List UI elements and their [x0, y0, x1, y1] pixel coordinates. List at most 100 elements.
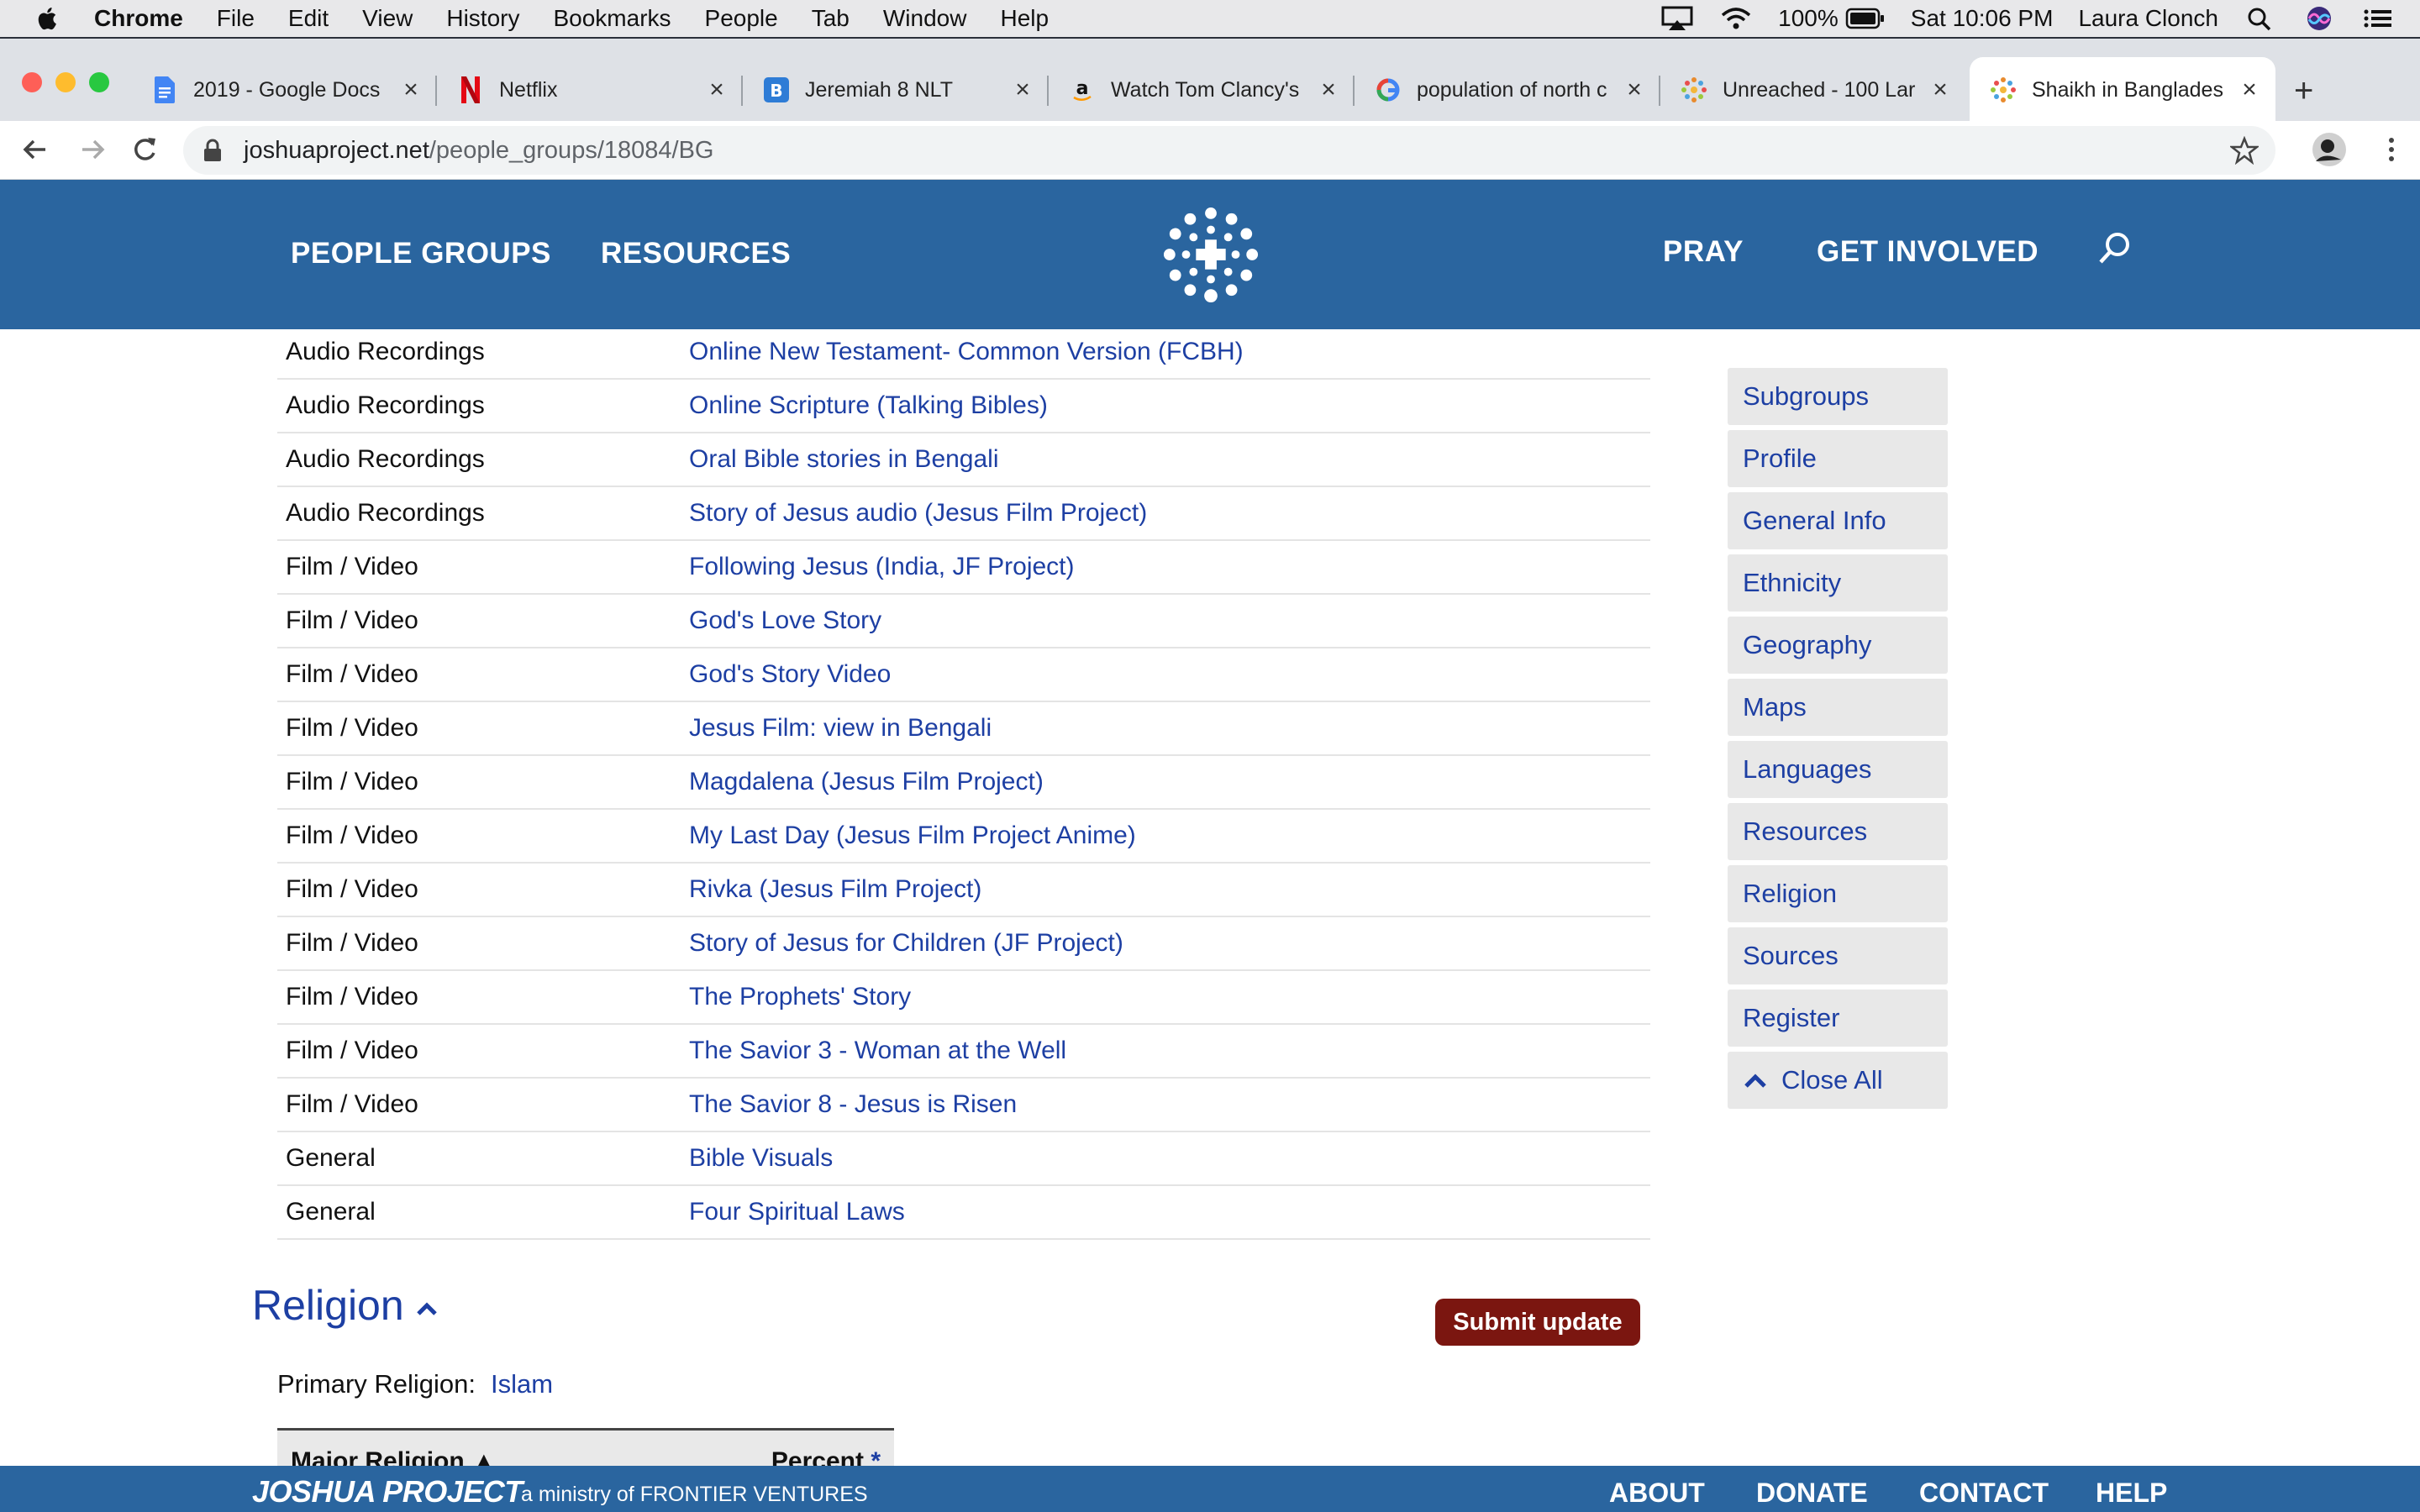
side-nav-geography[interactable]: Geography	[1728, 617, 1948, 674]
battery-icon[interactable]	[1845, 5, 1886, 32]
tab-close-icon[interactable]: ×	[1314, 76, 1343, 104]
siri-icon[interactable]	[2302, 5, 2336, 32]
nav-people-groups[interactable]: PEOPLE GROUPS	[291, 237, 551, 270]
menu-tab[interactable]: Tab	[812, 5, 850, 32]
resource-link[interactable]: The Savior 8 - Jesus is Risen	[689, 1090, 1017, 1119]
table-row: Film / Video The Savior 8 - Jesus is Rise…	[277, 1079, 1650, 1132]
address-bar[interactable]: joshuaproject.net/people_groups/18084/BG	[183, 126, 2275, 175]
resource-link[interactable]: Oral Bible stories in Bengali	[689, 445, 999, 474]
menu-user-name[interactable]: Laura Clonch	[2078, 5, 2218, 32]
side-nav-subgroups[interactable]: Subgroups	[1728, 368, 1948, 425]
menu-app-name[interactable]: Chrome	[94, 5, 183, 32]
menu-help[interactable]: Help	[1000, 5, 1049, 32]
footer-link-contact[interactable]: CONTACT	[1919, 1478, 2049, 1509]
menu-edit[interactable]: Edit	[288, 5, 329, 32]
nav-resources[interactable]: RESOURCES	[601, 237, 791, 270]
side-nav-close-all[interactable]: Close All	[1728, 1052, 1948, 1109]
side-nav-ethnicity[interactable]: Ethnicity	[1728, 554, 1948, 612]
resource-link[interactable]: Story of Jesus audio (Jesus Film Project…	[689, 499, 1147, 528]
tab-title: Netflix	[499, 77, 558, 102]
resource-link[interactable]: Online New Testament- Common Version (FC…	[689, 338, 1244, 366]
submit-update-button[interactable]: Submit update	[1435, 1299, 1640, 1346]
browser-tab[interactable]: Netflix ×	[437, 57, 743, 123]
resource-link[interactable]: Bible Visuals	[689, 1144, 833, 1173]
resource-link[interactable]: The Savior 3 - Woman at the Well	[689, 1037, 1066, 1065]
side-nav-languages[interactable]: Languages	[1728, 741, 1948, 798]
table-row: Film / Video God's Story Video	[277, 648, 1650, 702]
notification-center-icon[interactable]	[2361, 5, 2395, 32]
primary-religion-value[interactable]: Islam	[491, 1369, 553, 1399]
menu-bookmarks[interactable]: Bookmarks	[553, 5, 671, 32]
tab-close-icon[interactable]: ×	[2235, 76, 2264, 104]
resource-link[interactable]: Rivka (Jesus Film Project)	[689, 875, 981, 904]
menu-history[interactable]: History	[446, 5, 519, 32]
nav-get-involved[interactable]: GET INVOLVED	[1817, 235, 2039, 269]
side-nav-sources[interactable]: Sources	[1728, 927, 1948, 984]
menu-clock[interactable]: Sat 10:06 PM	[1911, 5, 2054, 32]
resource-link[interactable]: God's Story Video	[689, 660, 891, 689]
resource-category: Film / Video	[286, 714, 418, 742]
footer-link-help[interactable]: HELP	[2096, 1478, 2167, 1509]
resource-link[interactable]: Story of Jesus for Children (JF Project)	[689, 929, 1123, 958]
side-nav-maps[interactable]: Maps	[1728, 679, 1948, 736]
forward-arrow-icon[interactable]	[76, 133, 109, 166]
tab-close-icon[interactable]: ×	[1926, 76, 1954, 104]
resource-link[interactable]: Following Jesus (India, JF Project)	[689, 553, 1075, 581]
tab-close-icon[interactable]: ×	[1008, 76, 1037, 104]
side-nav-profile[interactable]: Profile	[1728, 430, 1948, 487]
religion-section-heading[interactable]: Religion	[252, 1281, 438, 1330]
table-row: Audio Recordings Oral Bible stories in Be…	[277, 433, 1650, 487]
tab-close-icon[interactable]: ×	[702, 76, 731, 104]
browser-tab[interactable]: 2019 - Google Docs ×	[131, 57, 437, 123]
browser-tab[interactable]: B Jeremiah 8 NLT ×	[743, 57, 1049, 123]
wifi-icon[interactable]	[1719, 5, 1753, 32]
table-row: Film / Video Magdalena (Jesus Film Projec…	[277, 756, 1650, 810]
amazon-icon: a	[1069, 76, 1096, 103]
menu-file[interactable]: File	[217, 5, 255, 32]
reload-icon[interactable]	[128, 133, 161, 166]
new-tab-plus-icon[interactable]: +	[2294, 72, 2313, 110]
window-zoom-button[interactable]	[89, 72, 109, 92]
resource-link[interactable]: The Prophets' Story	[689, 983, 911, 1011]
table-row: Film / Video Rivka (Jesus Film Project)	[277, 864, 1650, 917]
bookmark-star-icon[interactable]	[2230, 136, 2259, 165]
table-row: Film / Video God's Love Story	[277, 595, 1650, 648]
menu-view[interactable]: View	[362, 5, 413, 32]
footer-link-about[interactable]: ABOUT	[1609, 1478, 1705, 1509]
spotlight-search-icon[interactable]	[2244, 5, 2277, 32]
chrome-menu-icon[interactable]	[2375, 133, 2408, 166]
browser-tab-active[interactable]: Shaikh in Banglades ×	[1970, 57, 2275, 123]
section-side-nav: Subgroups Profile General Info Ethnicity…	[1728, 368, 1948, 1114]
resource-link[interactable]: Jesus Film: view in Bengali	[689, 714, 992, 743]
tab-close-icon[interactable]: ×	[1620, 76, 1649, 104]
tab-close-icon[interactable]: ×	[397, 76, 425, 104]
url-path: /people_groups/18084/BG	[429, 136, 714, 164]
window-minimize-button[interactable]	[55, 72, 76, 92]
menu-window[interactable]: Window	[883, 5, 967, 32]
search-icon[interactable]	[2096, 230, 2133, 267]
apple-menu-icon[interactable]	[34, 4, 62, 33]
lock-icon[interactable]	[202, 138, 224, 163]
airplay-icon[interactable]	[1660, 5, 1694, 32]
browser-tab[interactable]: a Watch Tom Clancy's ×	[1049, 57, 1355, 123]
footer-brand[interactable]: JOSHUA PROJECT	[252, 1474, 523, 1509]
browser-tab[interactable]: Unreached - 100 Lar ×	[1660, 57, 1966, 123]
side-nav-register[interactable]: Register	[1728, 990, 1948, 1047]
side-nav-resources[interactable]: Resources	[1728, 803, 1948, 860]
footer-link-donate[interactable]: DONATE	[1756, 1478, 1868, 1509]
joshua-project-logo[interactable]	[1161, 205, 1260, 304]
resource-category: Audio Recordings	[286, 445, 485, 473]
nav-pray[interactable]: PRAY	[1663, 235, 1744, 269]
back-arrow-icon[interactable]	[18, 133, 52, 166]
resource-link[interactable]: Magdalena (Jesus Film Project)	[689, 768, 1044, 796]
side-nav-general-info[interactable]: General Info	[1728, 492, 1948, 549]
resource-link[interactable]: God's Love Story	[689, 606, 881, 635]
side-nav-religion[interactable]: Religion	[1728, 865, 1948, 922]
profile-avatar[interactable]	[2311, 131, 2348, 168]
window-close-button[interactable]	[22, 72, 42, 92]
browser-tab[interactable]: population of north c ×	[1355, 57, 1660, 123]
resource-link[interactable]: Four Spiritual Laws	[689, 1198, 905, 1226]
resource-link[interactable]: My Last Day (Jesus Film Project Anime)	[689, 822, 1136, 850]
resource-link[interactable]: Online Scripture (Talking Bibles)	[689, 391, 1048, 420]
menu-people[interactable]: People	[705, 5, 778, 32]
